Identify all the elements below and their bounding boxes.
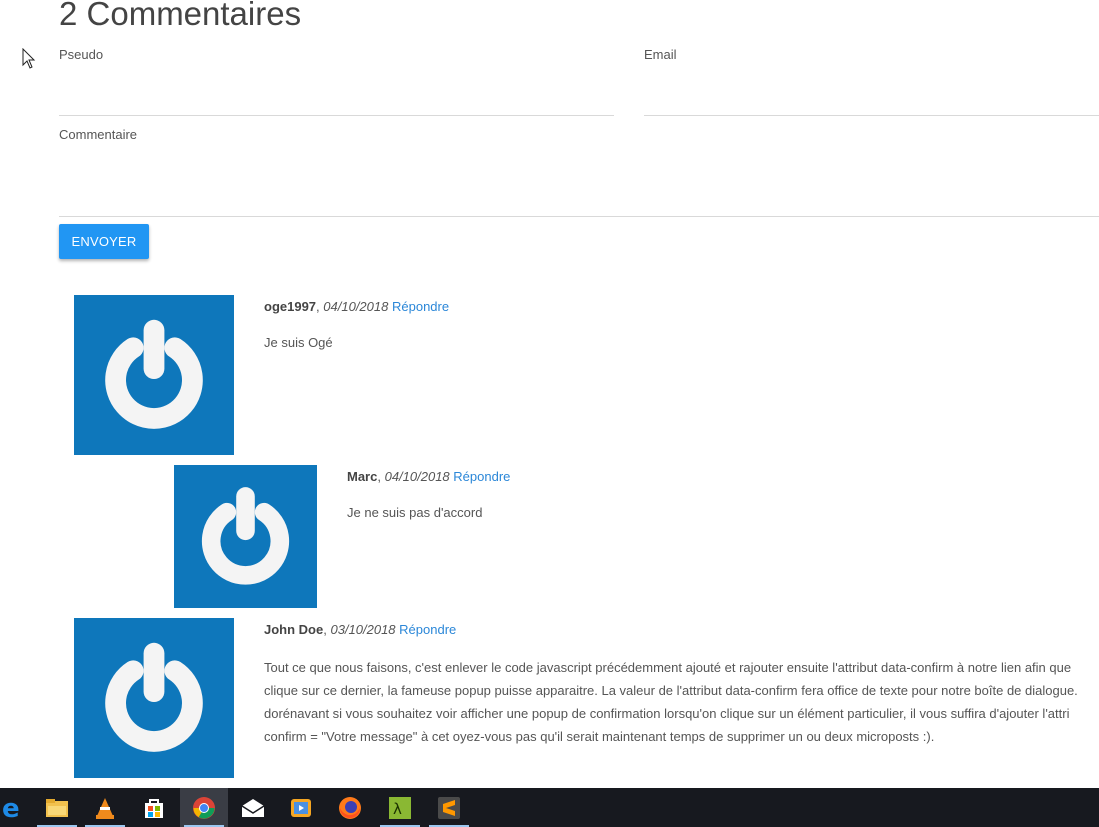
edge-icon[interactable]: e bbox=[0, 788, 36, 827]
pseudo-label: Pseudo bbox=[59, 47, 104, 62]
pseudo-input[interactable] bbox=[59, 66, 614, 106]
mail-icon[interactable] bbox=[229, 788, 277, 827]
comment-meta: oge1997, 04/10/2018 Répondre bbox=[264, 299, 450, 314]
mouse-cursor-icon bbox=[22, 48, 36, 69]
gravatar-logo-icon bbox=[201, 487, 290, 585]
comment-text: Je suis Ogé bbox=[264, 335, 333, 350]
reply-link[interactable]: Répondre bbox=[453, 469, 510, 484]
pseudo-underline bbox=[59, 115, 614, 116]
store-icon[interactable] bbox=[130, 788, 178, 827]
comment-author: John Doe bbox=[264, 622, 324, 637]
comment-text: Tout ce que nous faisons, c'est enlever … bbox=[264, 656, 1099, 748]
file-explorer-icon[interactable] bbox=[33, 788, 81, 827]
send-button[interactable]: ENVOYER bbox=[59, 224, 149, 259]
svg-text:e: e bbox=[2, 794, 20, 822]
avatar bbox=[74, 295, 234, 455]
comment-date: 04/10/2018 bbox=[323, 299, 389, 314]
comment-author: Marc bbox=[347, 469, 378, 484]
comment-label: Commentaire bbox=[59, 127, 138, 142]
email-label: Email bbox=[644, 47, 677, 62]
media-player-icon[interactable] bbox=[277, 788, 325, 827]
comment-date: 03/10/2018 bbox=[330, 622, 396, 637]
avatar bbox=[74, 618, 234, 778]
svg-text:λ: λ bbox=[393, 800, 402, 818]
comment-text-line: confirm = "Votre message" à cet oyez-vou… bbox=[264, 729, 935, 744]
comment-author: oge1997 bbox=[264, 299, 317, 314]
firefox-icon[interactable] bbox=[326, 788, 374, 827]
comment-text-line: Tout ce que nous faisons, c'est enlever … bbox=[264, 660, 1072, 675]
comment-date: 04/10/2018 bbox=[384, 469, 450, 484]
chrome-icon[interactable] bbox=[180, 788, 228, 827]
terminal-icon[interactable]: λ bbox=[376, 788, 424, 827]
comment-meta: Marc, 04/10/2018 Répondre bbox=[347, 469, 511, 484]
sublime-text-icon[interactable] bbox=[425, 788, 473, 827]
comment-text-line: clique sur ce dernier, la fameuse popup … bbox=[264, 683, 1078, 698]
comment-meta: John Doe, 03/10/2018 Répondre bbox=[264, 622, 457, 637]
taskbar: e λ bbox=[0, 788, 1099, 827]
comment-text: Je ne suis pas d'accord bbox=[347, 505, 483, 520]
vlc-icon[interactable] bbox=[81, 788, 129, 827]
email-underline bbox=[644, 115, 1099, 116]
email-input[interactable] bbox=[644, 66, 1099, 106]
comment-textarea[interactable] bbox=[59, 146, 1099, 206]
comment-underline bbox=[59, 216, 1099, 217]
gravatar-logo-icon bbox=[105, 319, 203, 429]
gravatar-logo-icon bbox=[105, 642, 203, 752]
reply-link[interactable]: Répondre bbox=[399, 622, 456, 637]
comments-title: 2 Commentaires bbox=[59, 0, 302, 32]
avatar bbox=[174, 465, 317, 608]
comment-text-line: dorénavant si vous souhaitez voir affich… bbox=[264, 706, 1070, 721]
reply-link[interactable]: Répondre bbox=[392, 299, 449, 314]
